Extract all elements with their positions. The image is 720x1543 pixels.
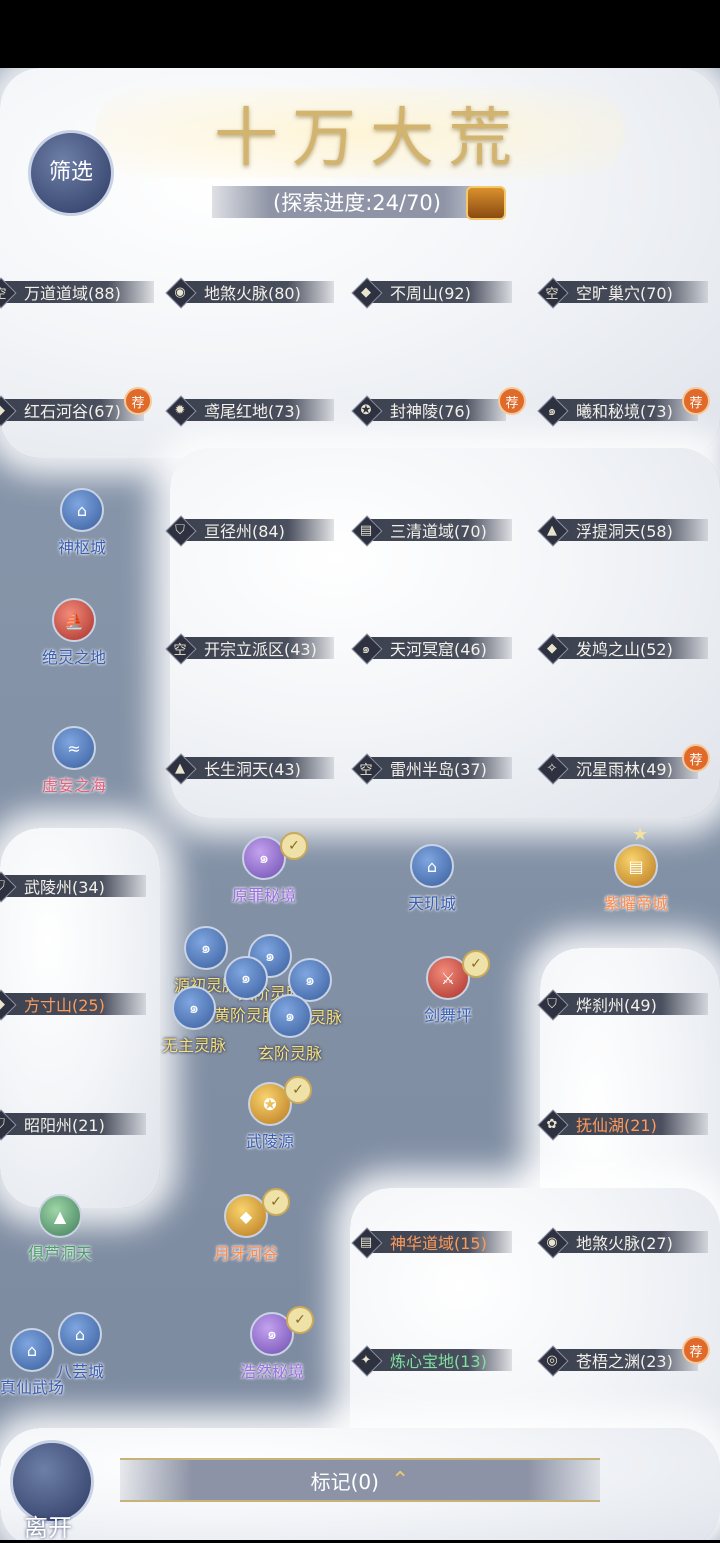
recommend-badge: 荐 xyxy=(124,387,152,415)
location-marker[interactable]: ≈ 虚妄之海 xyxy=(42,726,106,796)
city-icon: ⌂ xyxy=(10,1328,54,1372)
region-label[interactable]: ✪ 封神陵(76) xyxy=(351,395,506,427)
completed-check-icon: ✓ xyxy=(462,950,490,978)
region-label[interactable]: 空 空旷巢穴(70) xyxy=(537,277,708,309)
location-marker[interactable]: ▲ 俱芦洞天 xyxy=(28,1194,92,1264)
location-marker[interactable]: ๑ 无主灵脉 xyxy=(162,986,226,1056)
empty-icon: 空 xyxy=(173,642,187,658)
empty-icon: 空 xyxy=(0,278,14,306)
mountain-icon: ◆ xyxy=(361,284,371,300)
vortex-icon: ๑ xyxy=(547,403,557,419)
chevron-up-icon: ⌃ xyxy=(390,1467,410,1493)
gem-icon: ◆ xyxy=(0,990,14,1018)
region-label[interactable]: ⛉ 昭阳州(21) xyxy=(0,1109,146,1141)
location-marker[interactable]: ⛵ 绝灵之地 xyxy=(42,598,106,668)
region-label[interactable]: ▤ 神华道域(15) xyxy=(351,1227,512,1259)
star-icon: ★ xyxy=(632,824,649,845)
vortex-icon: ๑ xyxy=(268,994,312,1038)
region-label[interactable]: ◎ 苍梧之渊(23) xyxy=(537,1345,698,1377)
top-status-bar xyxy=(0,0,720,68)
region-label[interactable]: ๑ 曦和秘境(73) xyxy=(537,395,698,427)
location-marker[interactable]: ⌂ 天玑城 xyxy=(408,844,456,914)
region-label[interactable]: ✹ 鸢尾红地(73) xyxy=(165,395,334,427)
region-label[interactable]: ▲ 浮提洞天(58) xyxy=(537,515,708,547)
temple-icon: ▤ xyxy=(359,522,373,538)
recommend-badge: 荐 xyxy=(682,744,710,772)
region-label[interactable]: ✧ 沉星雨林(49) xyxy=(537,753,698,785)
region-label[interactable]: ⛉ 武陵州(34) xyxy=(0,871,146,903)
vortex-icon: ๑ xyxy=(361,641,371,657)
location-marker[interactable]: ▤ 紫曜帝城 xyxy=(604,844,668,914)
recommend-badge: 荐 xyxy=(682,1336,710,1364)
leave-label: 离开 xyxy=(24,1514,72,1542)
recommend-badge: 荐 xyxy=(682,387,710,415)
mountain-green-icon: ▲ xyxy=(547,522,557,538)
city-icon: ⌂ xyxy=(60,488,104,532)
treasure-land-icon: ✦ xyxy=(360,1352,372,1368)
completed-check-icon: ✓ xyxy=(284,1076,312,1104)
empty-icon: 空 xyxy=(359,762,373,778)
mark-bar[interactable]: 标记(0) ⌃ xyxy=(120,1458,600,1502)
region-label[interactable]: ๑ 天河冥窟(46) xyxy=(351,633,512,665)
completed-check-icon: ✓ xyxy=(286,1306,314,1334)
region-label[interactable]: 空 万道道域(88) xyxy=(0,277,154,309)
region-label[interactable]: ◉ 地煞火脉(80) xyxy=(165,277,334,309)
exploration-progress: (探索进度:24/70) xyxy=(212,186,502,218)
shield-icon: ⛉ xyxy=(0,872,14,900)
region-label[interactable]: ⛉ 亘径州(84) xyxy=(165,515,334,547)
region-label[interactable]: ⛉ 烨刹州(49) xyxy=(537,989,708,1021)
region-label[interactable]: ▲ 长生洞天(43) xyxy=(165,753,334,785)
region-label[interactable]: ◉ 地煞火脉(27) xyxy=(537,1227,708,1259)
region-label[interactable]: 空 开宗立派区(43) xyxy=(165,633,334,665)
fire-vein-icon: ◉ xyxy=(174,284,186,300)
fire-vein-icon: ◉ xyxy=(546,1234,558,1250)
region-label[interactable]: ◆ 发鸠之山(52) xyxy=(537,633,708,665)
location-marker[interactable]: ๑ 玄阶灵脉 xyxy=(258,994,322,1064)
completed-check-icon: ✓ xyxy=(262,1188,290,1216)
star-orb-icon: ✧ xyxy=(546,760,558,776)
abyss-icon: ◎ xyxy=(546,1352,558,1368)
page-title: 十万大荒 xyxy=(214,102,526,176)
filter-button[interactable]: 筛选 xyxy=(28,130,114,216)
shield-icon: ⛉ xyxy=(175,522,185,538)
recommend-badge: 荐 xyxy=(498,387,526,415)
treasure-chest-icon[interactable] xyxy=(466,186,506,220)
vortex-icon: ๑ xyxy=(172,986,216,1030)
region-label[interactable]: ✦ 炼心宝地(13) xyxy=(351,1345,512,1377)
region-label[interactable]: ◆ 不周山(92) xyxy=(351,277,512,309)
mark-label: 标记(0) xyxy=(310,1469,379,1494)
gem-icon: ◆ xyxy=(0,396,14,424)
flame-icon: ✹ xyxy=(174,402,186,418)
shield-icon: ⛉ xyxy=(547,996,557,1012)
temple-icon: ▤ xyxy=(359,1234,373,1250)
region-label[interactable]: ▤ 三清道域(70) xyxy=(351,515,512,547)
location-marker[interactable]: ⌂ 神枢城 xyxy=(58,488,106,558)
gem-icon: ◆ xyxy=(547,640,557,656)
city-icon: ⌂ xyxy=(410,844,454,888)
city-icon: ⌂ xyxy=(58,1312,102,1356)
location-marker[interactable]: ⌂ 真仙武场 xyxy=(0,1328,64,1398)
region-label[interactable]: ◆ 方寸山(25) xyxy=(0,989,146,1021)
region-label[interactable]: ◆ 红石河谷(67) xyxy=(0,395,144,427)
filter-label: 筛选 xyxy=(48,160,93,185)
shield-icon: ⛉ xyxy=(0,1110,14,1138)
empty-icon: 空 xyxy=(545,286,559,302)
mountain-green-icon: ▲ xyxy=(175,760,185,776)
sea-icon: ≈ xyxy=(52,726,96,770)
region-label[interactable]: ✿ 抚仙湖(21) xyxy=(537,1109,708,1141)
completed-check-icon: ✓ xyxy=(280,832,308,860)
lake-icon: ✿ xyxy=(546,1116,558,1132)
ship-icon: ⛵ xyxy=(52,598,96,642)
mountain-green-icon: ▲ xyxy=(38,1194,82,1238)
seal-icon: ✪ xyxy=(360,402,372,418)
imperial-city-icon: ▤ xyxy=(614,844,658,888)
region-label[interactable]: 空 雷州半岛(37) xyxy=(351,753,512,785)
